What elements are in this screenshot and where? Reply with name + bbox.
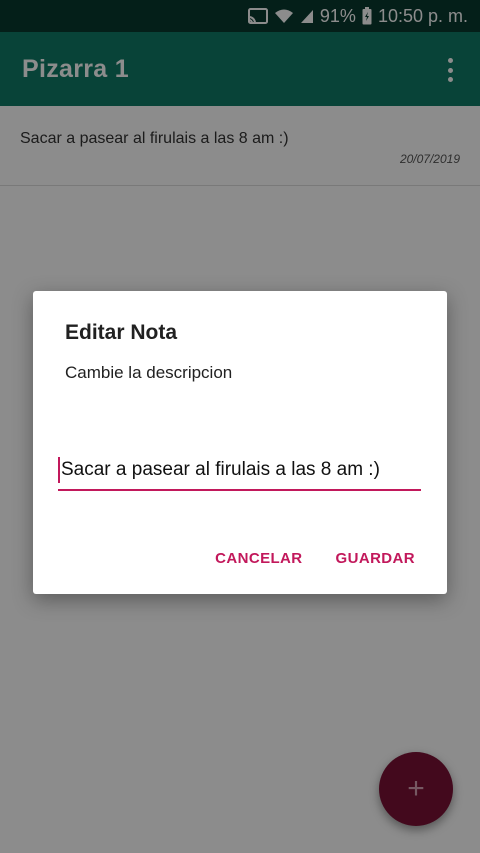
dialog-actions: CANCELAR GUARDAR (215, 550, 415, 567)
edit-note-dialog: Editar Nota Cambie la descripcion Sacar … (33, 291, 447, 594)
cancel-button[interactable]: CANCELAR (215, 550, 302, 567)
text-cursor (58, 457, 60, 483)
dialog-title: Editar Nota (65, 321, 178, 344)
dialog-message: Cambie la descripcion (65, 363, 233, 382)
input-value: Sacar a pasear al firulais a las 8 am :) (61, 459, 380, 480)
note-description-input[interactable]: Sacar a pasear al firulais a las 8 am :) (58, 451, 421, 491)
save-button[interactable]: GUARDAR (336, 550, 415, 567)
